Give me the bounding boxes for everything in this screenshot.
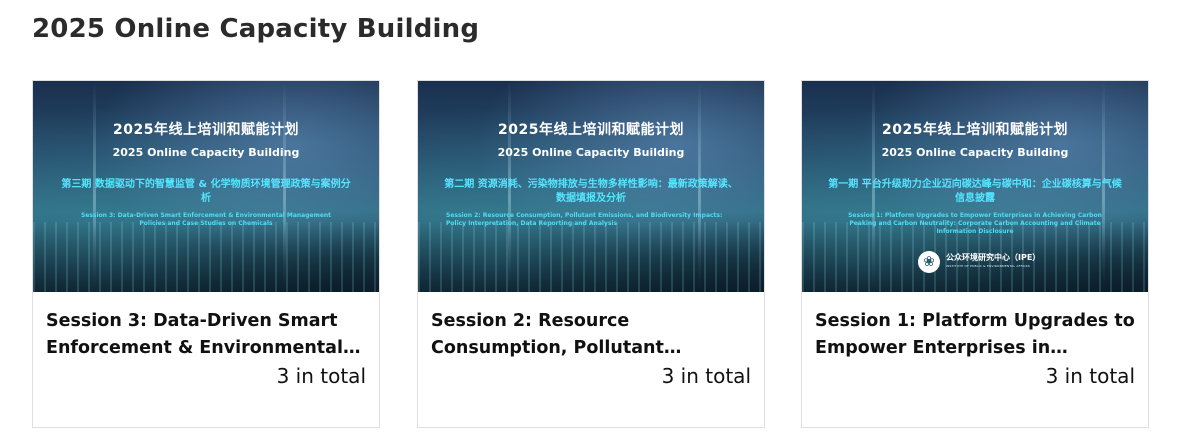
city-skyline-decoration	[418, 222, 764, 292]
session-thumbnail[interactable]: 2025年线上培训和赋能计划 2025 Online Capacity Buil…	[802, 81, 1148, 292]
thumbnail-subtitle-en: Session 3: Data-Driven Smart Enforcement…	[80, 212, 332, 227]
session-card[interactable]: 2025年线上培训和赋能计划 2025 Online Capacity Buil…	[801, 80, 1149, 428]
session-card[interactable]: 2025年线上培训和赋能计划 2025 Online Capacity Buil…	[417, 80, 765, 428]
session-thumbnail[interactable]: 2025年线上培训和赋能计划 2025 Online Capacity Buil…	[418, 81, 764, 292]
session-count: 3 in total	[276, 364, 366, 388]
thumbnail-subtitle-cn: 第二期 资源消耗、污染物排放与生物多样性影响：最新政策解读、数据填报及分析	[444, 179, 738, 204]
thumbnail-title-cn: 2025年线上培训和赋能计划	[113, 122, 299, 138]
page-title: 2025 Online Capacity Building	[32, 14, 480, 44]
ipe-logo-text: 公众环境研究中心（IPE）	[946, 253, 1041, 262]
thumbnail-subtitle-en: Session 1: Platform Upgrades to Empower …	[848, 212, 1102, 235]
ipe-logo-subtext: INSTITUTE OF PUBLIC & ENVIRONMENTAL AFFA…	[946, 264, 1030, 268]
session-title[interactable]: Session 3: Data-Driven Smart Enforcement…	[46, 308, 368, 362]
thumbnail-title-en: 2025 Online Capacity Building	[497, 146, 685, 159]
ipe-logo: ❀ 公众环境研究中心（IPE） INSTITUTE OF PUBLIC & EN…	[918, 251, 1068, 275]
thumbnail-title-cn: 2025年线上培训和赋能计划	[882, 122, 1068, 138]
thumbnail-subtitle-cn: 第三期 数据驱动下的智慧监管 & 化学物质环境管理政策与案例分析	[61, 179, 351, 204]
city-skyline-decoration	[33, 222, 379, 292]
thumbnail-subtitle-cn: 第一期 平台升级助力企业迈向碳达峰与碳中和：企业碳核算与气候信息披露	[828, 179, 1122, 204]
session-card[interactable]: 2025年线上培训和赋能计划 2025 Online Capacity Buil…	[32, 80, 380, 428]
session-title[interactable]: Session 2: Resource Consumption, Polluta…	[431, 308, 753, 362]
session-thumbnail[interactable]: 2025年线上培训和赋能计划 2025 Online Capacity Buil…	[33, 81, 379, 292]
thumbnail-subtitle-en: Session 2: Resource Consumption, Polluta…	[446, 212, 723, 227]
thumbnail-title-en: 2025 Online Capacity Building	[112, 146, 300, 159]
thumbnail-title-en: 2025 Online Capacity Building	[881, 146, 1069, 159]
session-count: 3 in total	[661, 364, 751, 388]
session-count: 3 in total	[1045, 364, 1135, 388]
thumbnail-title-cn: 2025年线上培训和赋能计划	[498, 122, 684, 138]
ipe-logo-icon: ❀	[918, 251, 940, 273]
session-card-grid: 2025年线上培训和赋能计划 2025 Online Capacity Buil…	[32, 80, 1152, 432]
session-title[interactable]: Session 1: Platform Upgrades to Empower …	[815, 308, 1137, 362]
